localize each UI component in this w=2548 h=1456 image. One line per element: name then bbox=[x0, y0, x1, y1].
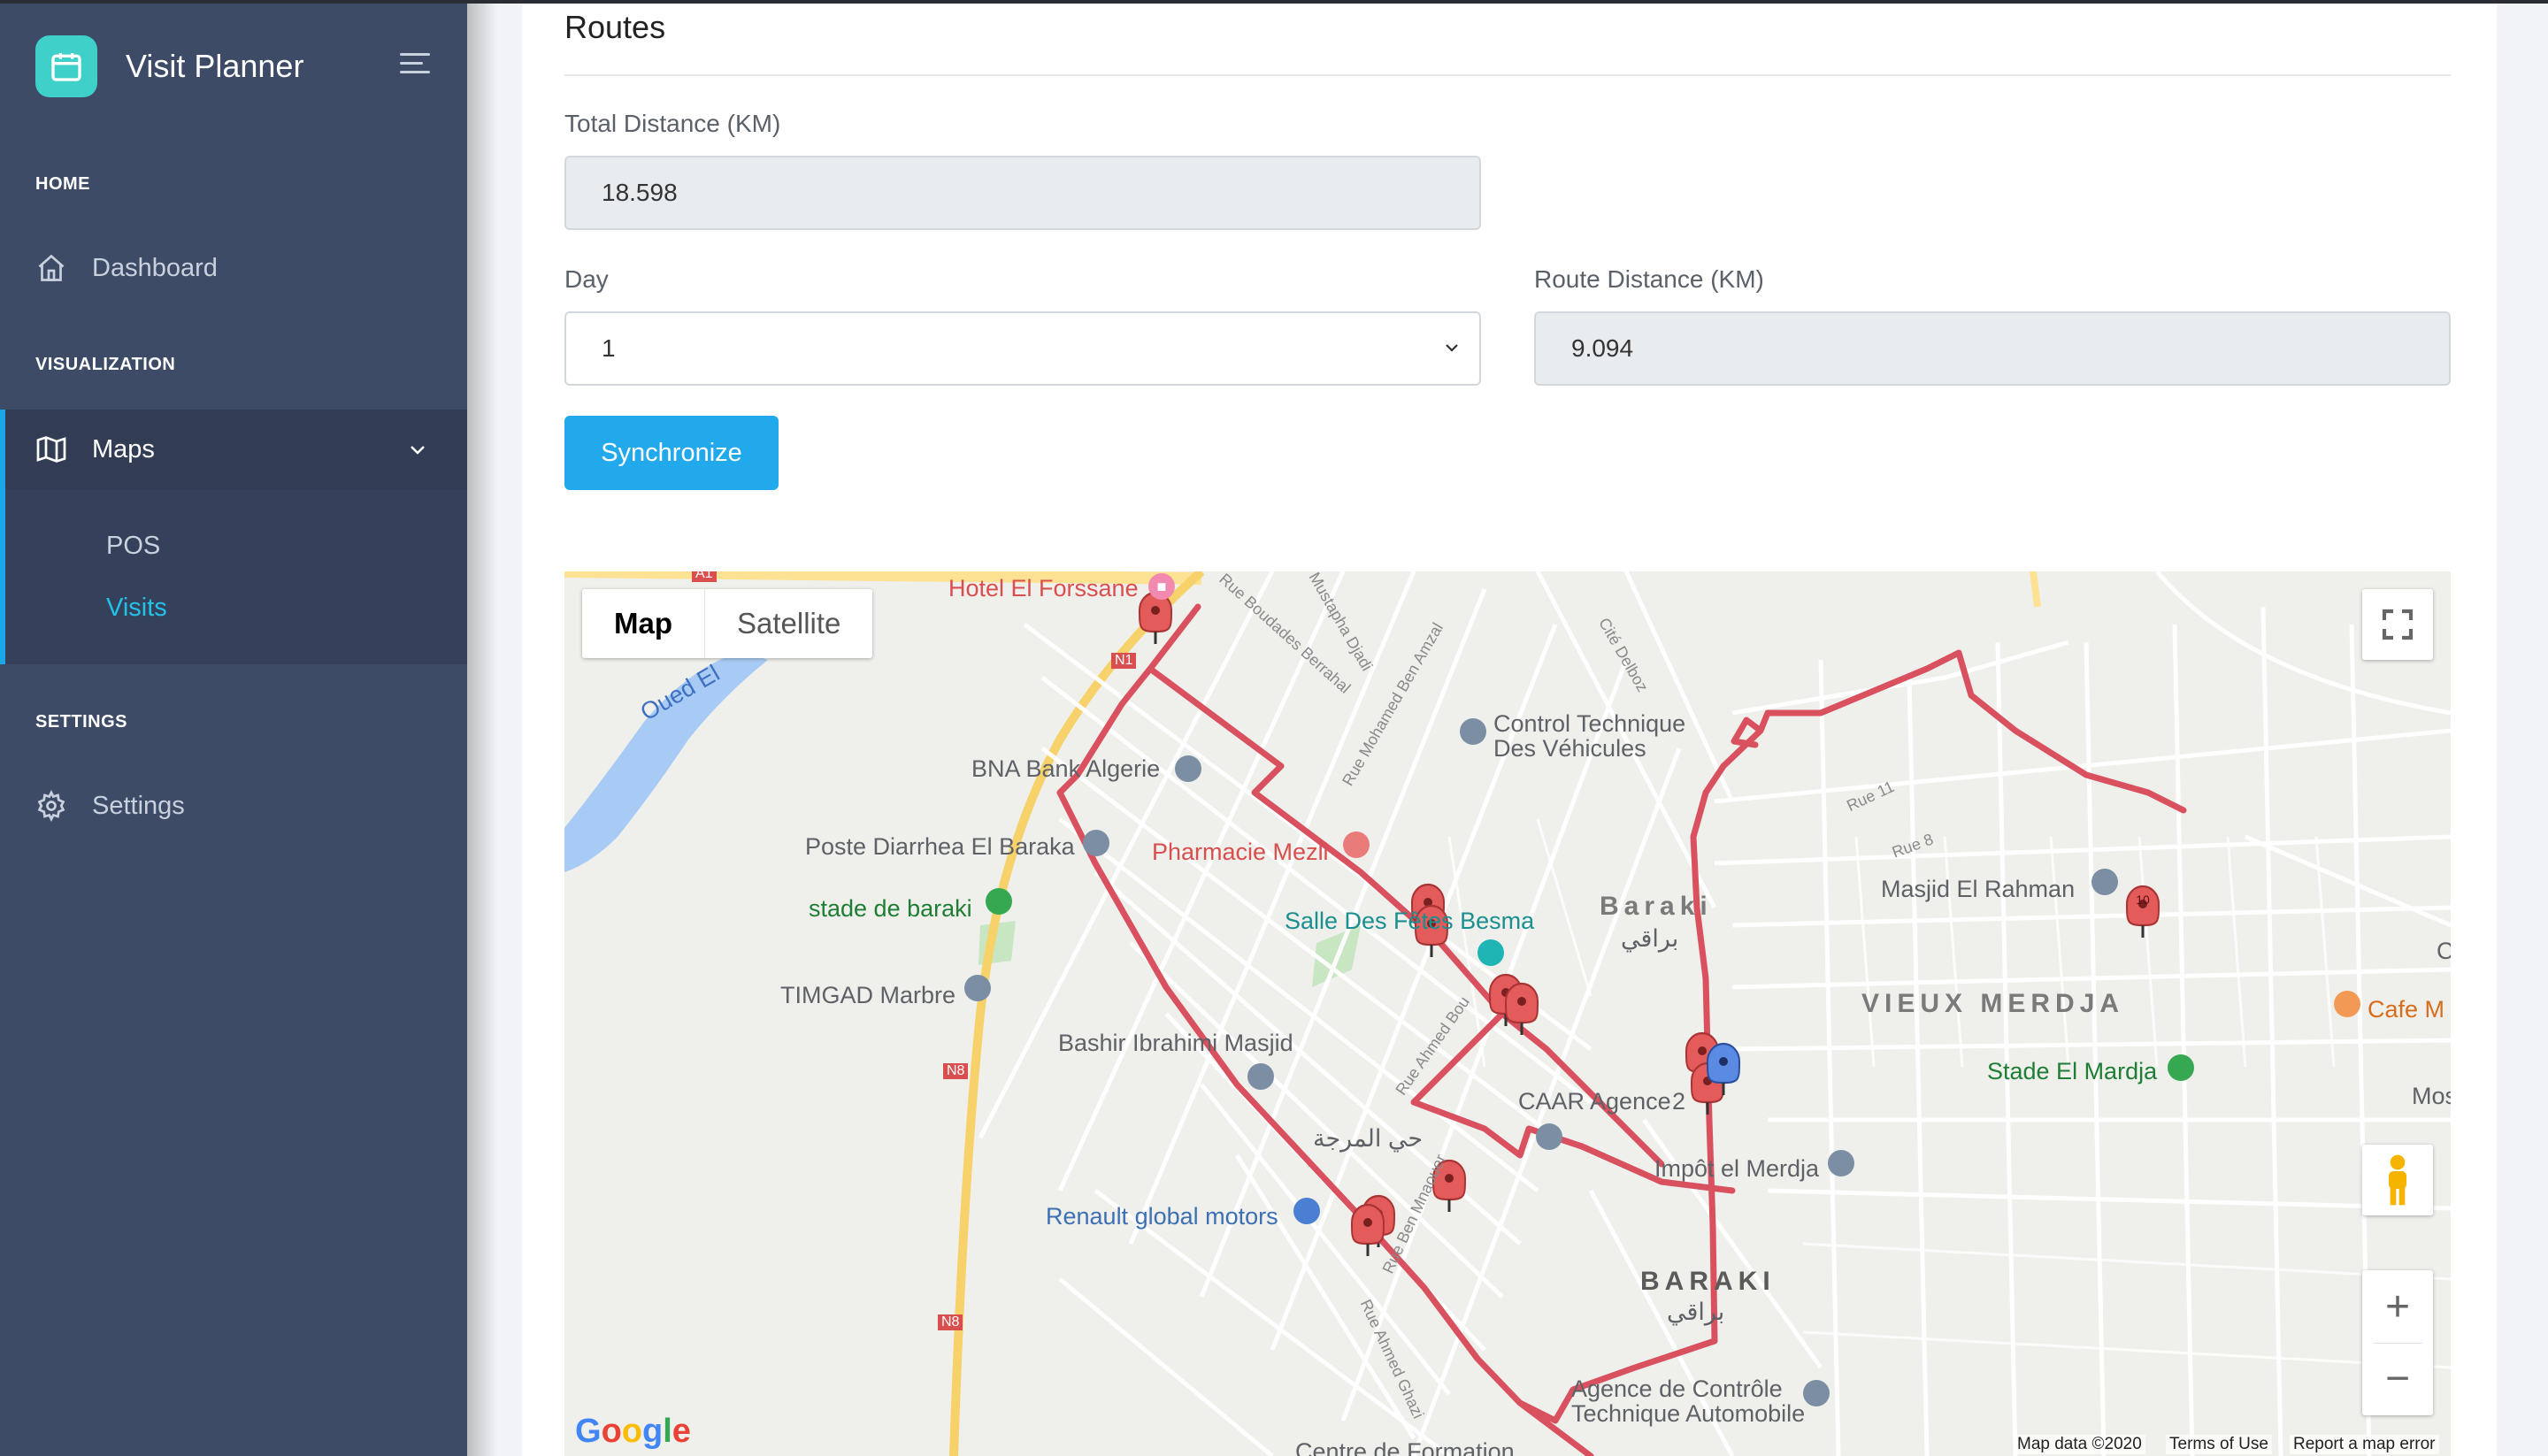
area-label: C bbox=[2437, 938, 2451, 964]
map-type-control: Map Satellite bbox=[582, 589, 873, 658]
map-data-attribution: Map data ©2020 bbox=[2014, 1435, 2145, 1454]
home-icon bbox=[38, 254, 65, 281]
area-label: BARAKI bbox=[1640, 1267, 1776, 1296]
mosque-icon bbox=[1247, 1063, 1274, 1090]
section-settings: SETTINGS bbox=[35, 712, 128, 732]
calendar-icon bbox=[35, 35, 97, 97]
area-label: حي المرجة bbox=[1313, 1125, 1424, 1152]
place-label: Masjid El Rahman bbox=[1881, 876, 2076, 902]
area-label: براقي bbox=[1621, 925, 1679, 952]
sidebar-item-pos[interactable]: POS bbox=[106, 532, 160, 561]
place-label: BNA Bank Algerie bbox=[971, 755, 1161, 782]
bank-icon bbox=[1175, 755, 1201, 782]
window-top-edge bbox=[0, 0, 2548, 4]
day-select-value: 1 bbox=[602, 334, 616, 362]
day-select[interactable]: 1 bbox=[564, 311, 1481, 386]
map-type-satellite-button[interactable]: Satellite bbox=[705, 589, 872, 658]
mail-icon bbox=[1083, 830, 1109, 856]
place-label: Stade El Mardja bbox=[1987, 1058, 2158, 1084]
fullscreen-icon[interactable] bbox=[2362, 589, 2433, 660]
terms-of-use-link[interactable]: Terms of Use bbox=[2166, 1435, 2272, 1454]
sidebar-item-label: Dashboard bbox=[92, 253, 218, 282]
location-pin-icon bbox=[964, 975, 991, 1001]
sidebar-item-maps[interactable]: Maps bbox=[0, 410, 467, 489]
sidebar-item-label: Maps bbox=[92, 434, 155, 464]
gear-icon bbox=[37, 790, 65, 822]
map-icon bbox=[36, 436, 66, 463]
sidebar-item-visits[interactable]: Visits bbox=[106, 594, 167, 623]
report-map-error-link[interactable]: Report a map error bbox=[2290, 1435, 2439, 1454]
total-distance-label: Total Distance (KM) bbox=[564, 110, 781, 137]
stadium-icon bbox=[986, 888, 1012, 915]
app-name: Visit Planner bbox=[126, 48, 304, 84]
route-marker[interactable] bbox=[1350, 1203, 1385, 1258]
zoom-in-button[interactable]: + bbox=[2385, 1272, 2410, 1343]
place-label: Control Technique Des Véhicules bbox=[1493, 710, 1686, 762]
place-label: CAAR Agence bbox=[1518, 1088, 1671, 1115]
route-marker[interactable] bbox=[1504, 982, 1539, 1037]
road-shield: N1 bbox=[1111, 653, 1137, 669]
road-shield: N8 bbox=[943, 1063, 969, 1079]
marker-label: 10 bbox=[2136, 893, 2150, 907]
government-icon bbox=[1828, 1150, 1854, 1176]
sidebar-item-label: Settings bbox=[92, 791, 185, 820]
road-shield: N8 bbox=[938, 1314, 963, 1330]
total-distance-field: 18.598 bbox=[564, 156, 1481, 230]
cafe-icon bbox=[2334, 991, 2360, 1017]
sidebar-item-dashboard[interactable]: Dashboard bbox=[0, 228, 467, 308]
sidebar-item-settings[interactable]: Settings bbox=[0, 766, 467, 846]
section-home: HOME bbox=[35, 174, 90, 194]
stadium-icon bbox=[2168, 1054, 2194, 1081]
divider bbox=[564, 74, 2451, 76]
map-view[interactable]: 10 Hotel El Forssane ■ Control Technique… bbox=[564, 571, 2451, 1456]
place-label: Centre de Formation bbox=[1295, 1438, 1515, 1456]
place-label: 2 bbox=[1672, 1088, 1686, 1115]
place-label: TIMGAD Marbre bbox=[780, 982, 956, 1008]
hotel-icon: ■ bbox=[1148, 573, 1175, 600]
zoom-control: + − bbox=[2362, 1270, 2433, 1415]
synchronize-button[interactable]: Synchronize bbox=[564, 416, 779, 490]
road-shield: A1 bbox=[692, 571, 717, 582]
chevron-down-icon bbox=[411, 446, 425, 455]
route-distance-label: Route Distance (KM) bbox=[1534, 265, 1764, 293]
mosque-icon bbox=[2091, 869, 2118, 895]
place-label: Mos bbox=[2412, 1083, 2451, 1109]
place-label: stade de baraki bbox=[809, 895, 972, 922]
pharmacy-icon bbox=[1343, 831, 1370, 858]
brand[interactable]: Visit Planner bbox=[35, 35, 303, 97]
page-title: Routes bbox=[564, 9, 666, 45]
section-visualization: VISUALIZATION bbox=[35, 355, 176, 374]
place-label: Poste Diarrhea El Baraka bbox=[805, 833, 1075, 860]
map-type-map-button[interactable]: Map bbox=[582, 589, 705, 658]
place-label: Bashir Ibrahimi Masjid bbox=[1058, 1030, 1293, 1056]
google-logo: Google bbox=[575, 1413, 691, 1450]
route-marker[interactable] bbox=[1138, 591, 1173, 646]
place-label: Pharmacie Mezli bbox=[1152, 839, 1329, 865]
place-label: Hotel El Forssane bbox=[948, 575, 1139, 602]
street-view-pegman-icon[interactable] bbox=[2362, 1145, 2433, 1215]
shop-icon bbox=[1293, 1198, 1320, 1224]
area-label: براقي bbox=[1667, 1299, 1725, 1325]
place-label: Impôt el Merdja bbox=[1654, 1155, 1820, 1182]
location-pin-icon bbox=[1803, 1380, 1830, 1406]
area-label: Baraki bbox=[1600, 892, 1713, 921]
route-distance-field: 9.094 bbox=[1534, 311, 2451, 386]
day-label: Day bbox=[564, 265, 609, 293]
place-label: Renault global motors bbox=[1046, 1203, 1278, 1230]
zoom-out-button[interactable]: − bbox=[2385, 1344, 2410, 1414]
venue-icon bbox=[1477, 939, 1504, 966]
route-markers: 10 bbox=[1138, 591, 2160, 1258]
place-label: Cafe M bbox=[2368, 996, 2445, 1023]
area-label: VIEUX MERDJA bbox=[1861, 989, 2125, 1018]
sidebar-shadow bbox=[467, 0, 497, 1456]
place-label: Salle Des Fêtes Besma bbox=[1285, 908, 1535, 934]
location-pin-icon bbox=[1536, 1123, 1562, 1150]
chevron-down-icon bbox=[1446, 344, 1458, 352]
sidebar: Visit Planner HOME Dashboard VISUALIZATI… bbox=[0, 0, 467, 1456]
location-pin-icon bbox=[1460, 718, 1486, 745]
menu-toggle-icon[interactable] bbox=[400, 53, 430, 78]
place-label: Agence de Contrôle Technique Automobile bbox=[1571, 1376, 1806, 1427]
maps-submenu: POS Visits bbox=[0, 489, 467, 664]
